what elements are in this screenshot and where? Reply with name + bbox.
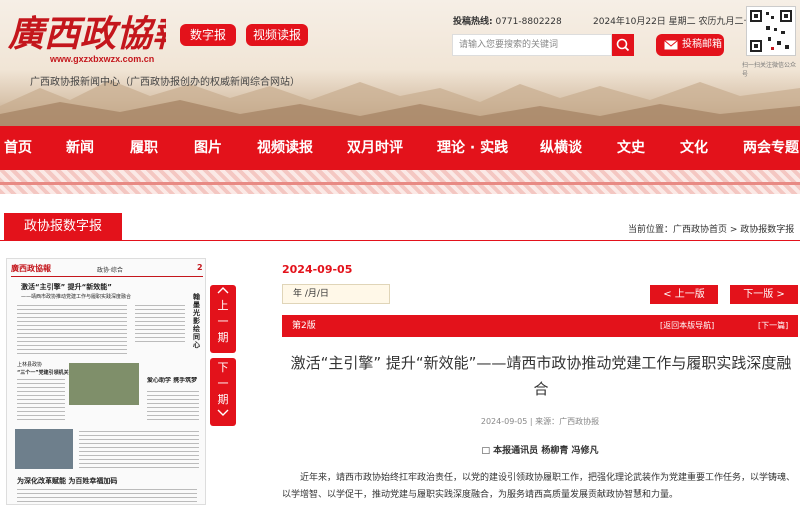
paper-text-block: [17, 379, 65, 423]
nav-item-news[interactable]: 新闻: [66, 126, 94, 170]
chevron-down-icon: [217, 409, 229, 416]
publication-date: 2024-09-05: [282, 263, 353, 276]
nav-item-duty[interactable]: 履职: [130, 126, 158, 170]
article-meta: 2024-09-05 | 来源：广西政协报: [480, 417, 600, 426]
nav-item-video[interactable]: 视频读报: [257, 126, 313, 170]
qr-code-icon: [750, 10, 792, 52]
nav-item-photos[interactable]: 图片: [194, 126, 222, 170]
nav-item-discussion[interactable]: 纵横谈: [540, 126, 582, 170]
search-button[interactable]: [612, 34, 634, 56]
hotline: 投稿热线: 0771-8802228: [453, 14, 562, 27]
paper-side-title: 翰墨光影绘同心: [193, 293, 200, 349]
paper-section: 政协·综合: [97, 267, 123, 274]
search-icon: [616, 38, 630, 52]
mail-button-label: 投稿邮箱: [682, 39, 722, 50]
newspaper-page-image[interactable]: 廣西政協報 政协·综合 2 激活“主引擎” 提升“新效能” ——靖西市政协推动党…: [6, 258, 206, 505]
hotline-label: 投稿热线:: [453, 17, 493, 27]
edition-label: 第2版: [292, 321, 316, 331]
edition-bar: 第2版 [返回本版导航] [下一篇]: [282, 315, 798, 337]
prev-issue-char: 上: [217, 299, 229, 312]
paper-text-block: [17, 305, 127, 355]
article-title: 激活“主引擎” 提升“新效能”——靖西市政协推动党建工作与履职实践深度融合: [290, 354, 792, 398]
video-read-button[interactable]: 视频读报: [246, 24, 308, 46]
paper-text-block: [147, 391, 199, 421]
hotline-number: 0771-8802228: [495, 17, 562, 27]
next-issue-char: 期: [217, 393, 229, 406]
paper-bottom-text: 为深化改革赋能 为百姓幸福加码: [17, 477, 118, 485]
next-page-button[interactable]: 下一版 >: [730, 285, 798, 304]
paper-text-block: [79, 431, 199, 471]
qr-code: [746, 6, 796, 56]
paper-photo: [69, 363, 139, 405]
main-nav: 首页 新闻 履职 图片 视频读报 双月时评 理论 · 实践 纵横谈 文史 文化 …: [0, 126, 800, 170]
svg-text:廣西政協報: 廣西政協報: [7, 13, 166, 55]
mail-icon: [664, 40, 678, 50]
paper-text-block: [135, 305, 185, 345]
date-text: 2024年10月22日 星期二 农历九月二十: [593, 17, 753, 27]
paper-logo: 廣西政協報: [11, 264, 51, 273]
paper-page-number: 2: [197, 263, 203, 272]
submit-mail-button[interactable]: 投稿邮箱: [656, 34, 724, 56]
nav-item-commentary[interactable]: 双月时评: [347, 126, 403, 170]
paper-love-text: 爱心助学 携手筑梦: [147, 377, 198, 384]
qr-caption: 扫一扫关注微信公众号: [742, 62, 797, 78]
nav-item-history[interactable]: 文史: [617, 126, 645, 170]
section-title: 政协报数字报: [4, 213, 122, 241]
back-to-nav-link[interactable]: [返回本版导航]: [660, 315, 714, 337]
next-article-link[interactable]: [下一篇]: [758, 315, 788, 337]
article-body: 近年来，靖西市政协始终扛牢政治责任，以党的建设引领政协履职工作，把强化理论武装作…: [282, 473, 796, 500]
page: 廣西政協報 www.gxzxbxwzx.com.cn 广西政协报新闻中心（广西政…: [0, 0, 800, 505]
next-issue-char: 下: [217, 361, 229, 374]
paper-text-block: [17, 489, 197, 503]
paper-headline[interactable]: 激活“主引擎” 提升“新效能”: [21, 283, 181, 291]
chevron-up-icon: [217, 287, 229, 294]
nav-item-culture[interactable]: 文化: [680, 126, 708, 170]
paper-subheadline: ——靖西市政协推动党建工作与履职实践深度融合: [21, 294, 132, 300]
nav-item-home[interactable]: 首页: [4, 126, 32, 170]
search-input[interactable]: 请输入您要搜索的关键词: [452, 34, 612, 56]
decorative-line: [0, 182, 800, 185]
nav-item-theory[interactable]: 理论 · 实践: [437, 126, 508, 170]
prev-page-button[interactable]: < 上一版: [650, 285, 718, 304]
article-author: □ 本报通讯员 杨柳青 冯修凡: [481, 446, 599, 456]
logo-icon[interactable]: 廣西政協報: [6, 6, 166, 58]
prev-issue-char: 期: [217, 331, 229, 344]
prev-issue-button[interactable]: 上 一 期: [210, 285, 236, 353]
paper-masthead: 廣西政協報 政协·综合 2: [11, 263, 203, 277]
paper-photo: [15, 429, 73, 469]
nav-item-sessions[interactable]: 两会专题: [743, 126, 799, 170]
date-picker[interactable]: 年 /月/日: [282, 284, 390, 304]
tagline: 广西政协报新闻中心（广西政协报创办的权威新闻综合网站）: [30, 77, 300, 88]
breadcrumb: 当前位置：广西政协首页 > 政协报数字报: [628, 225, 795, 235]
digital-paper-button[interactable]: 数字报: [180, 24, 236, 46]
site-header: 廣西政協報 www.gxzxbxwzx.com.cn 广西政协报新闻中心（广西政…: [0, 0, 800, 126]
next-issue-button[interactable]: 下 一 期: [210, 358, 236, 426]
logo-url: www.gxzxbxwzx.com.cn: [50, 54, 155, 64]
next-issue-char: 一: [217, 377, 229, 390]
prev-issue-char: 一: [217, 315, 229, 328]
